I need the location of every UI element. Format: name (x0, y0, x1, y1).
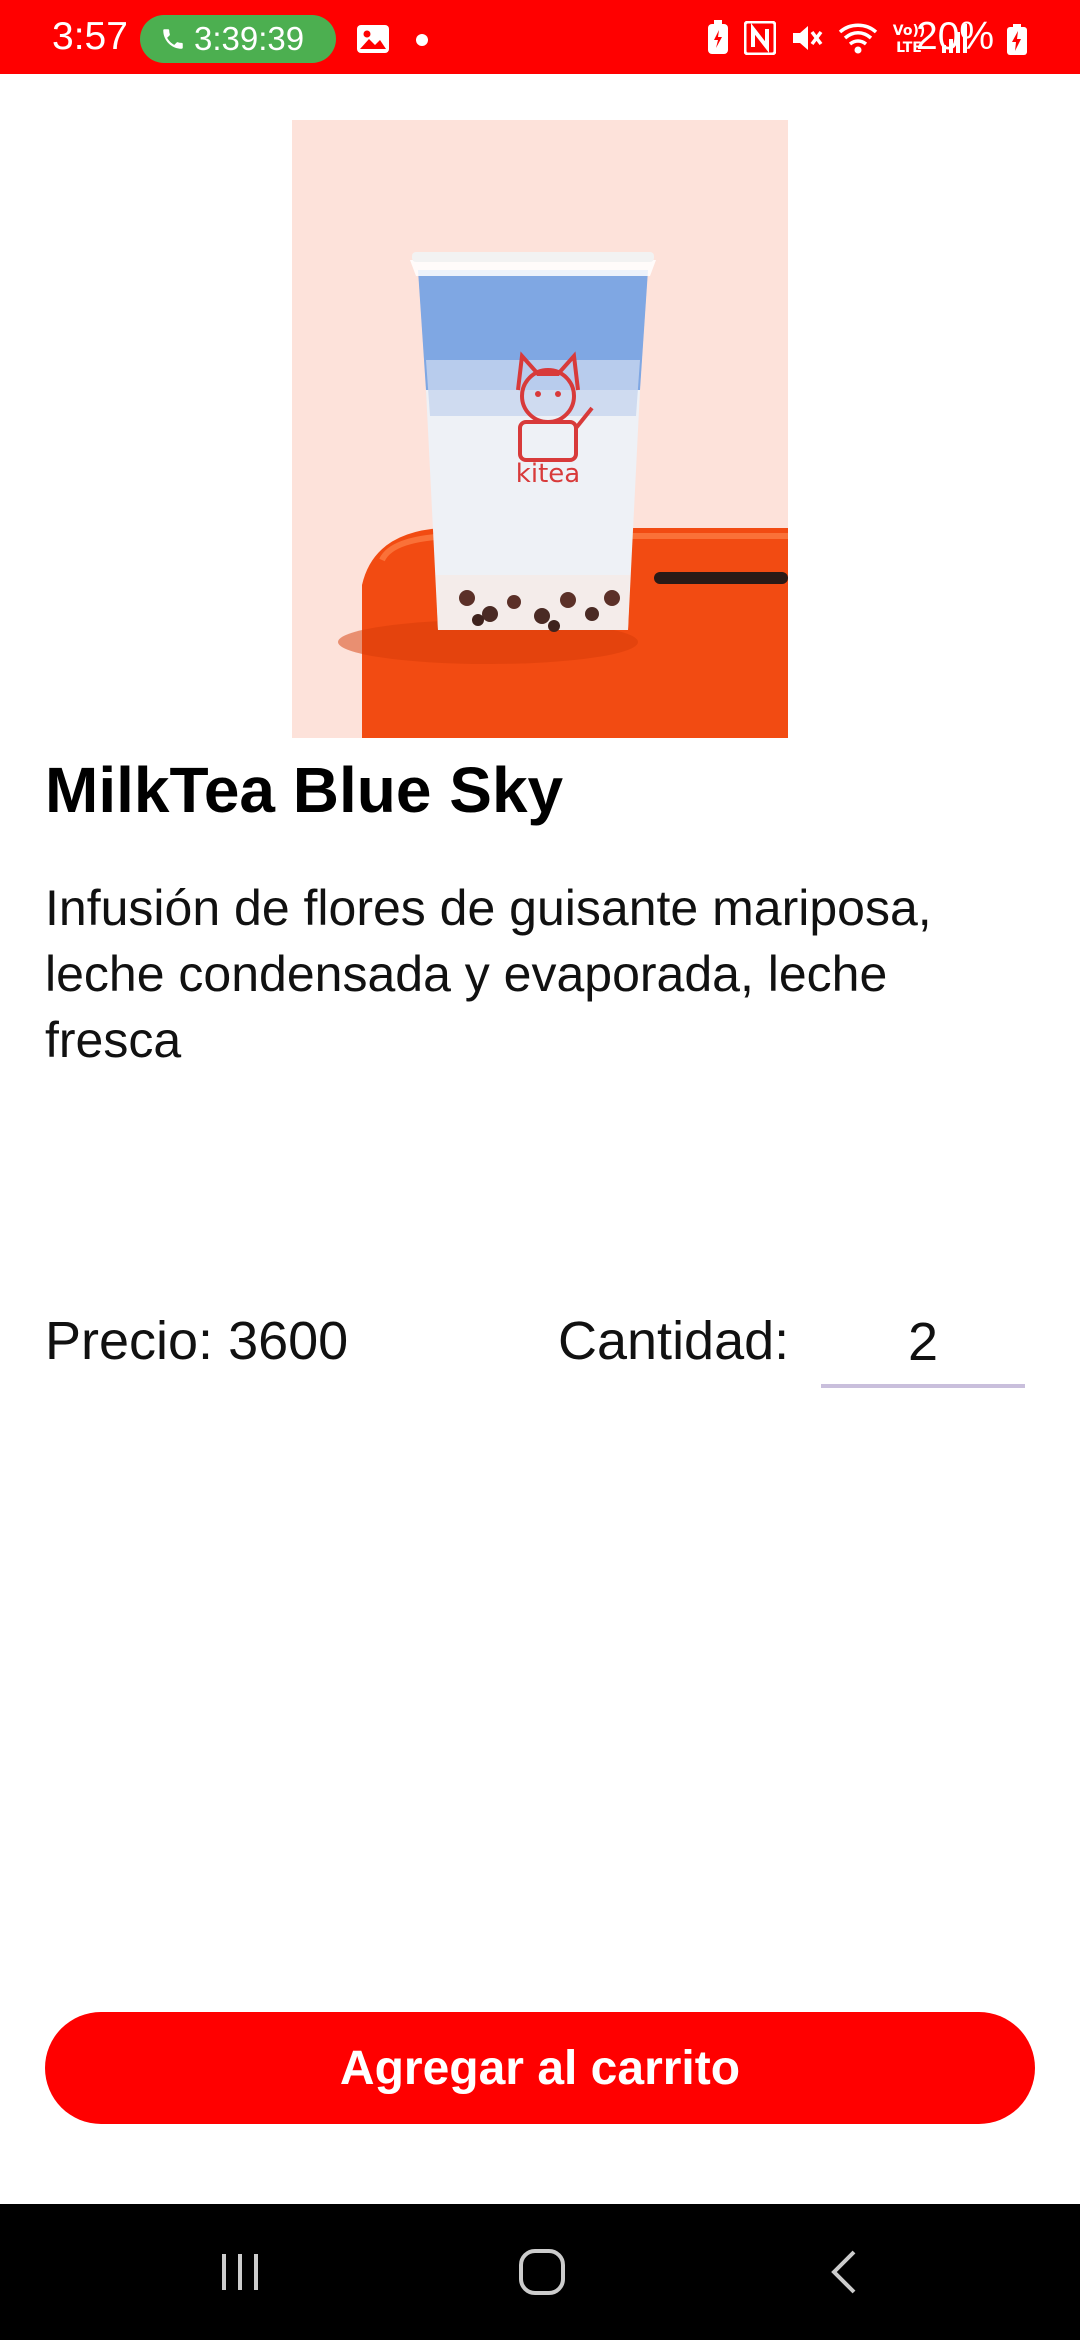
recent-apps-icon (222, 2254, 258, 2290)
status-time: 3:57 (52, 15, 128, 58)
ongoing-call-pill[interactable]: 3:39:39 (140, 15, 336, 63)
product-description: Infusión de flores de guisante mariposa,… (45, 880, 932, 1068)
status-bar: 3:57 3:39:39 Vo)) LTE 20% (0, 0, 1080, 74)
back-icon (831, 2250, 856, 2294)
quantity-input[interactable] (821, 1300, 1025, 1388)
navigation-bar (0, 2204, 1080, 2340)
call-timer: 3:39:39 (194, 20, 305, 57)
image-icon (357, 25, 389, 53)
home-button[interactable] (502, 2242, 582, 2302)
battery-percent: 20% (916, 15, 995, 58)
phone-icon (163, 29, 183, 49)
mute-icon (793, 26, 823, 50)
wifi-icon (838, 23, 878, 54)
notification-dot-icon (416, 34, 428, 46)
product-title: MilkTea Blue Sky (45, 754, 564, 826)
nfc-icon (744, 21, 776, 55)
back-button[interactable] (804, 2242, 884, 2302)
battery-charging-icon (1007, 24, 1027, 55)
price-label: Precio: 3600 (45, 1311, 349, 1371)
product-image: kitea (292, 120, 788, 738)
add-to-cart-button[interactable]: Agregar al carrito (45, 2012, 1035, 2124)
battery-saver-icon (708, 20, 728, 54)
recent-apps-button[interactable] (200, 2242, 280, 2302)
home-icon (519, 2249, 565, 2295)
brand-logo-text: kitea (516, 459, 580, 489)
quantity-label: Cantidad: (558, 1311, 790, 1371)
